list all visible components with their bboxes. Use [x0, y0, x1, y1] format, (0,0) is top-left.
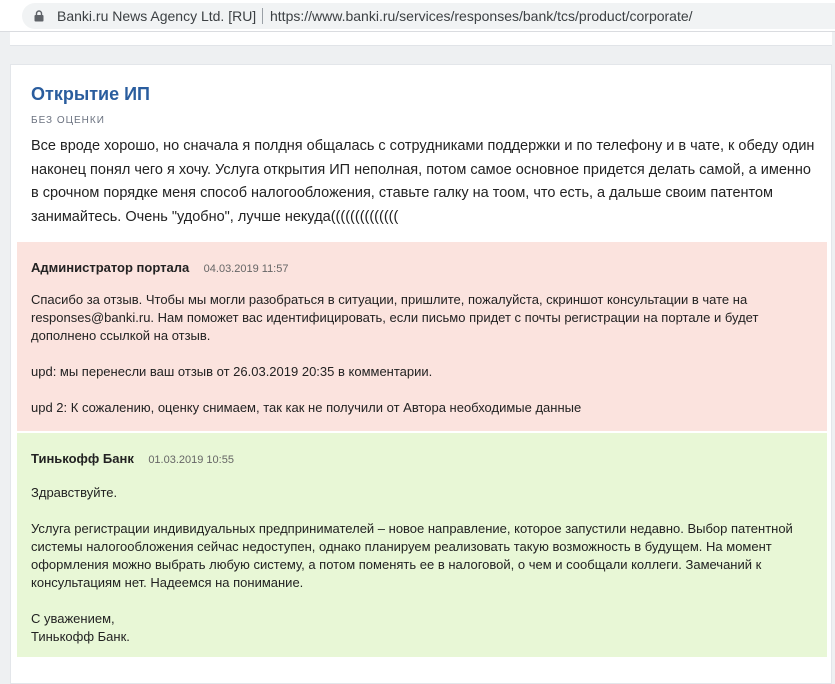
reply-body: Спасибо за отзыв. Чтобы мы могли разобра…: [31, 291, 811, 417]
reply-signature: С уважением,: [31, 611, 115, 626]
review-text: Все вроде хорошо, но сначала я полдня об…: [31, 138, 815, 225]
reply-paragraph: upd 2: К сожалению, оценку снимаем, так …: [31, 400, 582, 415]
review-rating: БЕЗ ОЦЕНКИ: [31, 115, 105, 126]
reply-date: 04.03.2019 11:57: [203, 263, 289, 275]
omnibox[interactable]: Banki.ru News Agency Ltd. [RU] https://w…: [22, 3, 835, 29]
bank-reply: Тинькофф Банк 01.03.2019 10:55 Здравству…: [17, 433, 827, 657]
previous-card-bottom: [10, 32, 832, 46]
reply-paragraph: Здравствуйте.: [31, 485, 118, 500]
lock-icon[interactable]: [34, 10, 44, 22]
reply-header: Администратор портала 04.03.2019 11:57: [31, 259, 288, 277]
site-identity[interactable]: Banki.ru News Agency Ltd. [RU]: [57, 8, 256, 24]
reply-paragraph: Спасибо за отзыв. Чтобы мы могли разобра…: [31, 292, 759, 343]
reply-header: Тинькофф Банк 01.03.2019 10:55: [31, 450, 234, 468]
review-title[interactable]: Открытие ИП: [31, 84, 150, 105]
reply-signature: Тинькофф Банк.: [31, 629, 130, 644]
omnibox-divider: [262, 8, 263, 24]
url-text[interactable]: https://www.banki.ru/services/responses/…: [270, 8, 693, 24]
reply-author: Тинькофф Банк: [31, 451, 134, 466]
reply-paragraph: Услуга регистрации индивидуальных предпр…: [31, 521, 793, 590]
reply-body: Здравствуйте. Услуга регистрации индивид…: [31, 484, 811, 646]
reply-date: 01.03.2019 10:55: [148, 454, 234, 466]
reply-author: Администратор портала: [31, 260, 190, 275]
admin-reply: Администратор портала 04.03.2019 11:57 С…: [17, 242, 827, 431]
browser-address-bar: Banki.ru News Agency Ltd. [RU] https://w…: [0, 0, 835, 32]
review-card: Открытие ИП БЕЗ ОЦЕНКИ Все вроде хорошо,…: [10, 64, 832, 684]
reply-paragraph: upd: мы перенесли ваш отзыв от 26.03.201…: [31, 364, 433, 379]
